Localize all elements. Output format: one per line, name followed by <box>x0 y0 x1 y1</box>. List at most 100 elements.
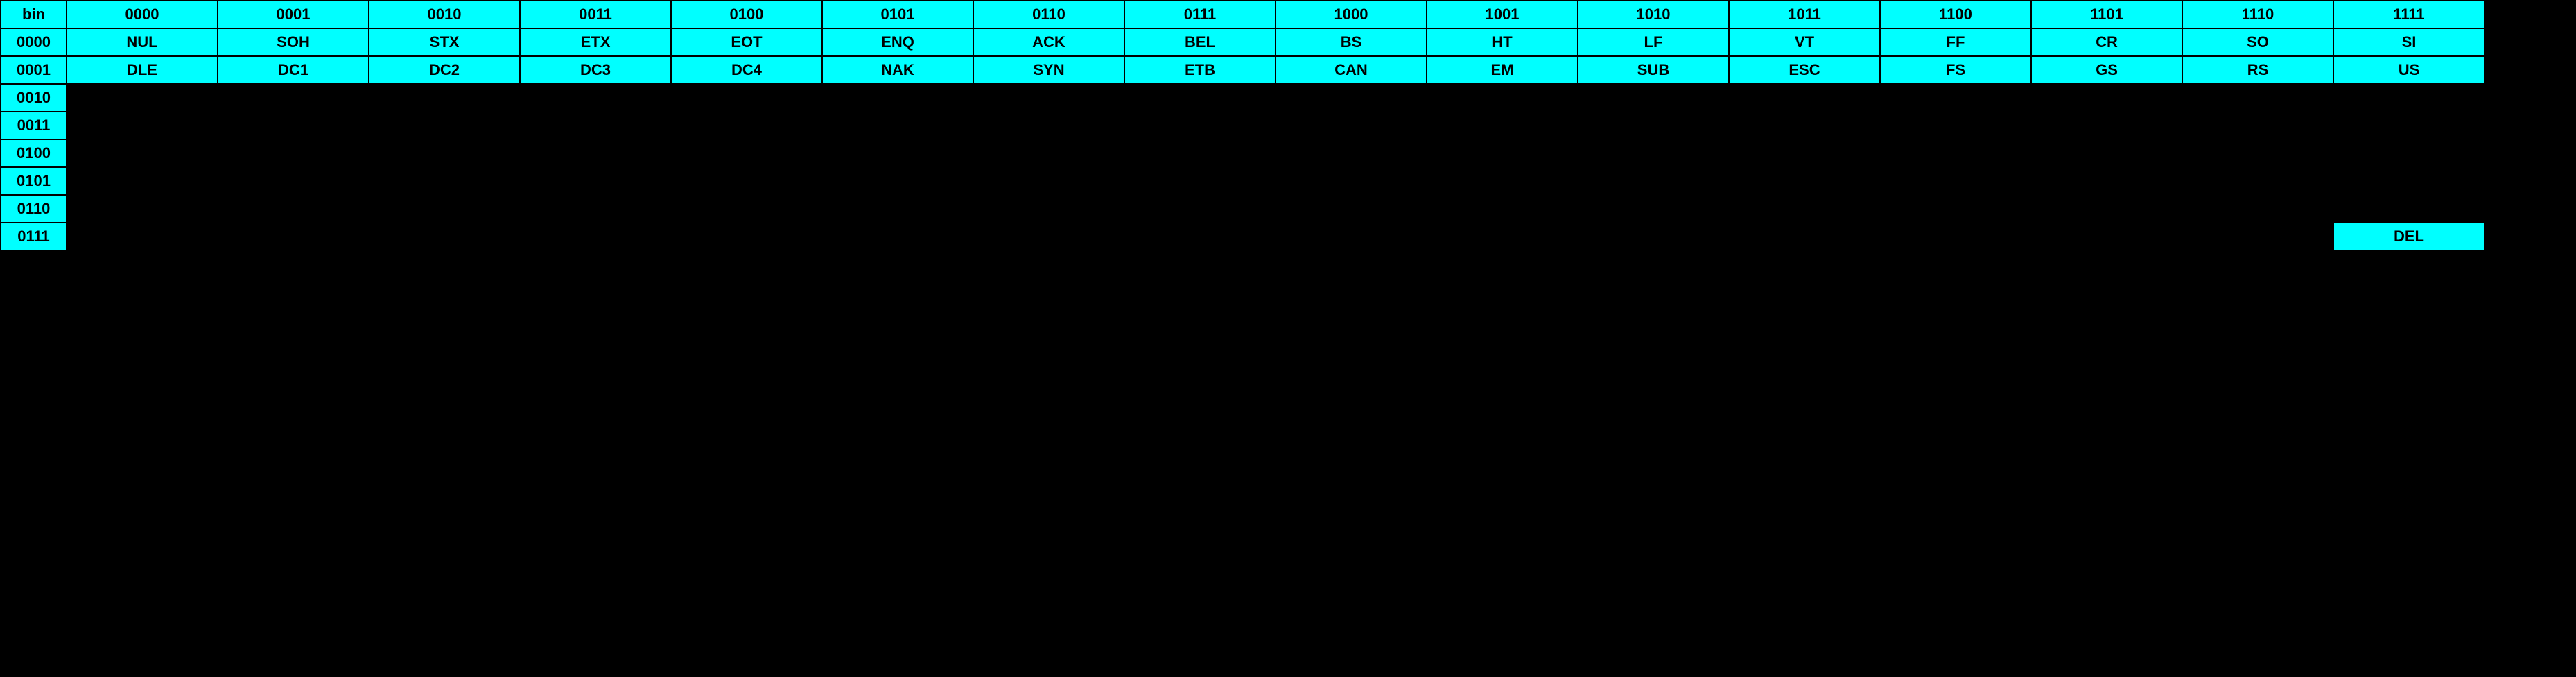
table-cell <box>1578 195 1729 223</box>
table-cell <box>1124 84 1276 112</box>
table-cell: LF <box>1578 28 1729 56</box>
table-cell <box>1124 195 1276 223</box>
table-cell: DLE <box>67 56 218 84</box>
table-cell: ACK <box>973 28 1124 56</box>
col-header-0111: 0111 <box>1124 1 1276 28</box>
table-cell <box>2031 195 2182 223</box>
table-cell <box>67 223 218 250</box>
table-cell <box>218 195 369 223</box>
table-cell: DC1 <box>218 56 369 84</box>
table-cell <box>1427 84 1578 112</box>
table-cell <box>1880 223 2031 250</box>
table-cell <box>369 84 520 112</box>
table-cell: CAN <box>1276 56 1427 84</box>
table-row: 0100 <box>1 139 2484 167</box>
table-cell <box>1276 112 1427 139</box>
table-cell: ENQ <box>822 28 973 56</box>
table-cell <box>1880 139 2031 167</box>
col-header-1001: 1001 <box>1427 1 1578 28</box>
table-cell <box>1276 223 1427 250</box>
table-cell <box>1276 167 1427 195</box>
table-row: 0111 DEL <box>1 223 2484 250</box>
table-cell <box>973 139 1124 167</box>
table-cell <box>1578 167 1729 195</box>
table-cell: DC4 <box>671 56 822 84</box>
table-cell <box>1880 112 2031 139</box>
table-cell <box>2031 139 2182 167</box>
col-header-1000: 1000 <box>1276 1 1427 28</box>
table-cell <box>218 112 369 139</box>
ascii-table: bin 000000010010001101000101011001111000… <box>0 0 2485 251</box>
table-cell <box>973 195 1124 223</box>
col-header-1111: 1111 <box>2333 1 2484 28</box>
table-cell: DEL <box>2333 223 2484 250</box>
table-cell: FS <box>1880 56 2031 84</box>
table-cell: CR <box>2031 28 2182 56</box>
table-cell <box>218 139 369 167</box>
table-cell <box>2182 195 2333 223</box>
table-cell: BEL <box>1124 28 1276 56</box>
table-cell <box>671 167 822 195</box>
table-cell: ESC <box>1729 56 1880 84</box>
table-cell <box>2031 167 2182 195</box>
table-cell <box>1427 223 1578 250</box>
table-row: 0101 <box>1 167 2484 195</box>
col-header-0000: 0000 <box>67 1 218 28</box>
table-cell <box>1124 139 1276 167</box>
col-header-1110: 1110 <box>2182 1 2333 28</box>
table-cell <box>67 139 218 167</box>
table-cell <box>67 195 218 223</box>
row-label-0000: 0000 <box>1 28 67 56</box>
table-cell: ETB <box>1124 56 1276 84</box>
table-cell <box>822 84 973 112</box>
col-header-0100: 0100 <box>671 1 822 28</box>
table-cell <box>2031 223 2182 250</box>
table-cell: ETX <box>520 28 671 56</box>
table-cell <box>1729 84 1880 112</box>
table-cell: US <box>2333 56 2484 84</box>
table-cell <box>973 84 1124 112</box>
row-label-0001: 0001 <box>1 56 67 84</box>
row-label-0111: 0111 <box>1 223 67 250</box>
table-cell <box>2333 195 2484 223</box>
table-cell <box>2031 84 2182 112</box>
row-label-0010: 0010 <box>1 84 67 112</box>
table-cell: DC3 <box>520 56 671 84</box>
table-cell <box>822 195 973 223</box>
row-label-0110: 0110 <box>1 195 67 223</box>
table-cell <box>822 112 973 139</box>
table-cell: DC2 <box>369 56 520 84</box>
table-cell <box>1880 195 2031 223</box>
table-cell <box>520 84 671 112</box>
col-header-1010: 1010 <box>1578 1 1729 28</box>
table-row: 0110 <box>1 195 2484 223</box>
table-cell <box>2182 139 2333 167</box>
table-cell <box>2333 112 2484 139</box>
table-cell: VT <box>1729 28 1880 56</box>
table-cell <box>369 167 520 195</box>
table-cell <box>2182 112 2333 139</box>
table-cell <box>1880 84 2031 112</box>
table-cell <box>1427 139 1578 167</box>
table-cell <box>1578 223 1729 250</box>
table-cell <box>1729 223 1880 250</box>
table-cell <box>520 139 671 167</box>
table-cell <box>1427 112 1578 139</box>
table-cell <box>67 167 218 195</box>
table-cell: NAK <box>822 56 973 84</box>
col-header-0110: 0110 <box>973 1 1124 28</box>
col-header-1100: 1100 <box>1880 1 2031 28</box>
table-cell <box>1729 195 1880 223</box>
table-cell: BS <box>1276 28 1427 56</box>
table-row: 0001DLEDC1DC2DC3DC4NAKSYNETBCANEMSUBESCF… <box>1 56 2484 84</box>
table-cell <box>1729 139 1880 167</box>
table-cell <box>671 84 822 112</box>
table-cell <box>1276 195 1427 223</box>
table-cell: SO <box>2182 28 2333 56</box>
table-cell <box>67 112 218 139</box>
table-row: 0000NULSOHSTXETXEOTENQACKBELBSHTLFVTFFCR… <box>1 28 2484 56</box>
table-cell <box>218 167 369 195</box>
table-cell <box>1276 139 1427 167</box>
table-cell <box>67 84 218 112</box>
table-cell <box>1578 139 1729 167</box>
